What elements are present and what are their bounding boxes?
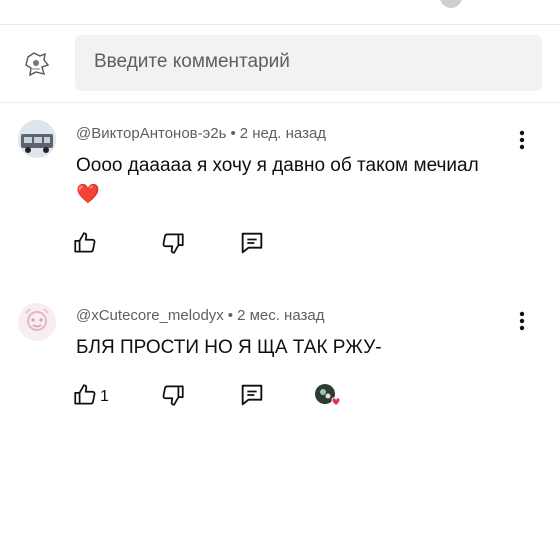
thumbs-up-icon <box>72 382 98 413</box>
thumbs-down-icon <box>160 382 186 413</box>
comment-item: @xCutecore_melodyx • 2 мес. назад БЛЯ ПРОС… <box>0 290 560 440</box>
comment-text: Оооо дааааа я хочу я давно об таком мечи… <box>76 155 479 205</box>
comment-time[interactable]: 2 мес. назад <box>237 307 324 324</box>
header-strip <box>0 0 560 24</box>
meta-separator: • <box>227 307 234 324</box>
avatar[interactable] <box>18 120 56 158</box>
comment-time[interactable]: 2 нед. назад <box>240 125 326 142</box>
comment-actions: 1 <box>64 379 464 415</box>
comment-meta: @xCutecore_melodyx • 2 мес. назад <box>76 307 325 324</box>
comment-author[interactable]: @xCutecore_melodyx <box>76 307 224 324</box>
my-avatar <box>18 45 56 83</box>
comment-input[interactable]: Введите комментарий <box>75 35 542 91</box>
comment-item: @ВикторАнтонов-э2ь • 2 нед. назад Оооо даа… <box>0 103 560 283</box>
comment-composer: Введите комментарий <box>0 25 560 103</box>
avatar[interactable] <box>18 303 56 341</box>
thumbs-up-icon <box>72 230 98 261</box>
more-vertical-icon[interactable] <box>508 126 536 154</box>
like-count: 1 <box>100 388 109 405</box>
comment-text: БЛЯ ПРОСТИ НО Я ЩА ТАК РЖУ- <box>76 337 382 358</box>
dislike-button[interactable] <box>160 379 186 415</box>
comment-author[interactable]: @ВикторАнтонов-э2ь <box>76 125 226 142</box>
like-button[interactable] <box>72 227 100 263</box>
header-icon-cut[interactable] <box>440 0 462 8</box>
more-vertical-icon[interactable] <box>508 307 536 335</box>
reply-button[interactable] <box>238 379 266 415</box>
like-button[interactable]: 1 <box>72 379 109 415</box>
reply-button[interactable] <box>238 227 266 263</box>
dislike-button[interactable] <box>160 227 186 263</box>
comment-meta: @ВикторАнтонов-э2ь • 2 нед. назад <box>76 125 326 142</box>
thumbs-down-icon <box>160 230 186 261</box>
reply-comment-icon <box>238 381 266 414</box>
creator-heart-icon <box>314 383 342 411</box>
meta-separator: • <box>230 125 236 142</box>
reply-comment-icon <box>238 229 266 262</box>
comment-actions <box>64 227 464 263</box>
header-title-cut <box>120 0 128 15</box>
